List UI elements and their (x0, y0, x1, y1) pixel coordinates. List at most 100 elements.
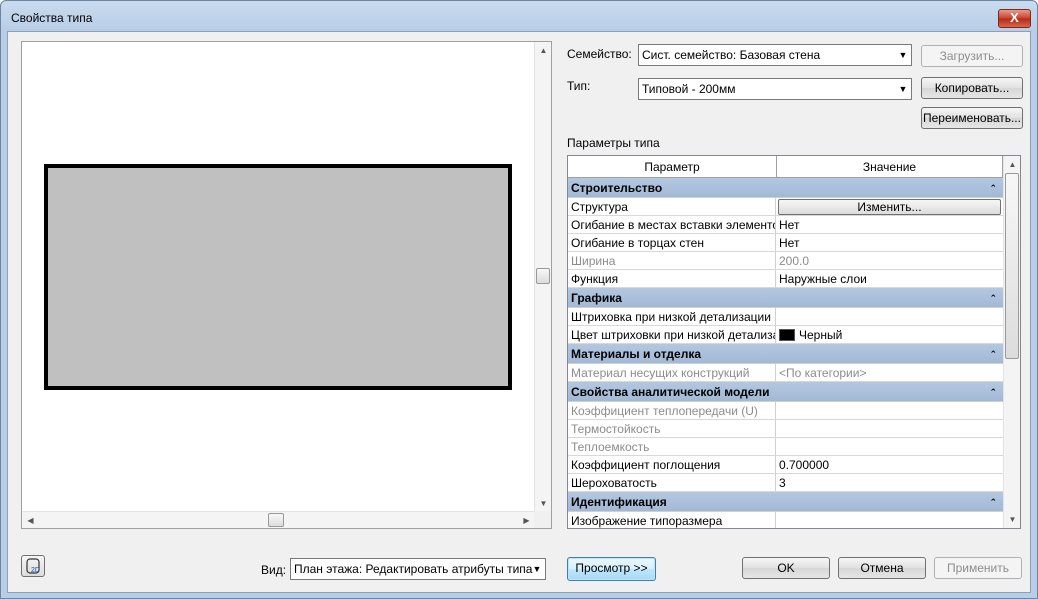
grid-vscroll-thumb[interactable] (1005, 173, 1019, 359)
scroll-right-icon[interactable]: ▶ (518, 512, 535, 529)
apply-button[interactable]: Применить (934, 557, 1022, 579)
grid-vertical-scrollbar[interactable]: ▲ ▼ (1003, 156, 1020, 528)
scroll-corner (534, 511, 551, 528)
grid-header: Параметр Значение (568, 156, 1003, 178)
parameter-group-header[interactable]: Идентификация ⌃ (568, 492, 1003, 512)
collapse-group-icon[interactable]: ⌃ (989, 382, 997, 402)
preview-vscroll-thumb[interactable] (536, 268, 550, 284)
type-parameters-label: Параметры типа (567, 136, 660, 150)
view-label: Вид: (261, 563, 287, 577)
collapse-group-icon[interactable]: ⌃ (989, 492, 997, 512)
parameter-row[interactable]: Теплоемкость (568, 438, 1003, 456)
parameter-value: <По категории> (777, 364, 1003, 381)
dialog-client-area: ▲ ▼ ◀ ▶ Семейство: Сист. семейство: Базо… (7, 31, 1031, 593)
preview-hscroll-thumb[interactable] (268, 513, 284, 527)
parameter-row[interactable]: Термостойкость (568, 420, 1003, 438)
column-header-value[interactable]: Значение (777, 156, 1003, 178)
preview-canvas[interactable] (22, 42, 535, 512)
family-value: Сист. семейство: Базовая стена (642, 48, 821, 62)
parameter-name: Шероховатость (568, 474, 776, 491)
parameter-row[interactable]: Коэффициент поглощения 0.700000 (568, 456, 1003, 474)
parameter-row[interactable]: Цвет штриховки при низкой детализации Чер… (568, 326, 1003, 344)
parameter-name: Цвет штриховки при низкой детализации (568, 326, 776, 343)
scroll-up-icon[interactable]: ▲ (1004, 156, 1020, 173)
parameter-row[interactable]: Изображение типоразмера (568, 512, 1003, 528)
view-2d-icon: 2D (26, 558, 40, 574)
parameter-row[interactable]: Функция Наружные слои (568, 270, 1003, 288)
type-select[interactable]: Типовой - 200мм ▼ (638, 78, 912, 100)
parameter-group-title: Идентификация (571, 495, 667, 509)
parameter-name: Коэффициент поглощения (568, 456, 776, 473)
parameter-row[interactable]: Коэффициент теплопередачи (U) (568, 402, 1003, 420)
parameter-name: Ширина (568, 252, 776, 269)
parameter-value[interactable]: Черный (777, 326, 1003, 343)
parameter-row[interactable]: Огибание в местах вставки элементов Нет (568, 216, 1003, 234)
chevron-down-icon: ▼ (532, 564, 542, 574)
copy-button[interactable]: Копировать... (921, 77, 1023, 99)
parameter-row[interactable]: Огибание в торцах стен Нет (568, 234, 1003, 252)
parameter-value[interactable]: Наружные слои (777, 270, 1003, 287)
parameter-group-title: Свойства аналитической модели (571, 385, 770, 399)
load-button[interactable]: Загрузить... (921, 45, 1023, 67)
parameter-row[interactable]: Материал несущих конструкций <По категори… (568, 364, 1003, 382)
parameter-value-text: Нет (779, 218, 800, 232)
collapse-group-icon[interactable]: ⌃ (989, 344, 997, 364)
parameter-name: Огибание в торцах стен (568, 234, 776, 251)
preview-pane: ▲ ▼ ◀ ▶ (21, 41, 552, 529)
close-button[interactable]: X (998, 9, 1031, 28)
preview-button[interactable]: Просмотр >> (567, 557, 656, 581)
type-properties-dialog: Свойства типа X ▲ ▼ ◀ ▶ Семейство: Сист.… (0, 0, 1038, 599)
parameter-value-text: 0.700000 (779, 458, 830, 472)
parameter-group-header[interactable]: Свойства аналитической модели ⌃ (568, 382, 1003, 402)
type-parameters-grid: Параметр Значение Строительство ⌃ Структур… (567, 155, 1021, 529)
edit-structure-button[interactable]: Изменить... (778, 199, 1001, 215)
cancel-button[interactable]: Отмена (838, 557, 926, 579)
preview-vertical-scrollbar[interactable]: ▲ ▼ (534, 42, 551, 512)
parameter-value[interactable] (777, 308, 1003, 325)
parameter-group-header[interactable]: Графика ⌃ (568, 288, 1003, 308)
parameter-value-text: Нет (779, 236, 800, 250)
rename-button[interactable]: Переименовать... (921, 107, 1023, 129)
scroll-down-icon[interactable]: ▼ (1004, 511, 1020, 528)
dialog-title: Свойства типа (11, 11, 93, 25)
parameter-name: Огибание в местах вставки элементов (568, 216, 776, 233)
collapse-group-icon[interactable]: ⌃ (989, 178, 997, 198)
ok-button[interactable]: OK (742, 557, 830, 579)
parameter-value-text: 200.0 (779, 254, 810, 268)
preview-2d-toggle-button[interactable]: 2D (21, 555, 45, 577)
parameter-value[interactable]: 0.700000 (777, 456, 1003, 473)
parameter-group-header[interactable]: Строительство ⌃ (568, 178, 1003, 198)
parameter-value[interactable]: Нет (777, 234, 1003, 251)
parameter-value[interactable]: Изменить... (777, 198, 1003, 215)
parameter-group-title: Материалы и отделка (571, 347, 702, 361)
parameter-name: Структура (568, 198, 776, 215)
parameter-value-text: <По категории> (779, 366, 867, 380)
chevron-down-icon: ▼ (898, 50, 908, 60)
parameter-name: Теплоемкость (568, 438, 776, 455)
title-bar[interactable]: Свойства типа X (1, 1, 1037, 31)
color-swatch (779, 329, 795, 341)
parameter-row[interactable]: Ширина 200.0 (568, 252, 1003, 270)
family-select[interactable]: Сист. семейство: Базовая стена ▼ (638, 44, 912, 66)
column-header-parameter[interactable]: Параметр (568, 156, 777, 178)
scroll-left-icon[interactable]: ◀ (22, 512, 39, 529)
parameter-value[interactable]: 3 (777, 474, 1003, 491)
parameter-value[interactable] (777, 512, 1003, 528)
view-value: План этажа: Редактировать атрибуты типа (294, 562, 533, 576)
preview-horizontal-scrollbar[interactable]: ◀ ▶ (22, 511, 535, 528)
chevron-down-icon: ▼ (898, 84, 908, 94)
view-select[interactable]: План этажа: Редактировать атрибуты типа … (290, 558, 546, 580)
parameter-group-header[interactable]: Материалы и отделка ⌃ (568, 344, 1003, 364)
scroll-down-icon[interactable]: ▼ (535, 495, 552, 512)
parameter-name: Функция (568, 270, 776, 287)
scroll-up-icon[interactable]: ▲ (535, 42, 552, 59)
parameter-value[interactable]: Нет (777, 216, 1003, 233)
collapse-group-icon[interactable]: ⌃ (989, 288, 997, 308)
parameter-row[interactable]: Структура Изменить... (568, 198, 1003, 216)
parameter-row[interactable]: Шероховатость 3 (568, 474, 1003, 492)
parameter-value: 200.0 (777, 252, 1003, 269)
parameter-group-title: Графика (571, 291, 622, 305)
parameter-name: Материал несущих конструкций (568, 364, 776, 381)
parameter-row[interactable]: Штриховка при низкой детализации (568, 308, 1003, 326)
wall-section-preview (44, 164, 512, 390)
